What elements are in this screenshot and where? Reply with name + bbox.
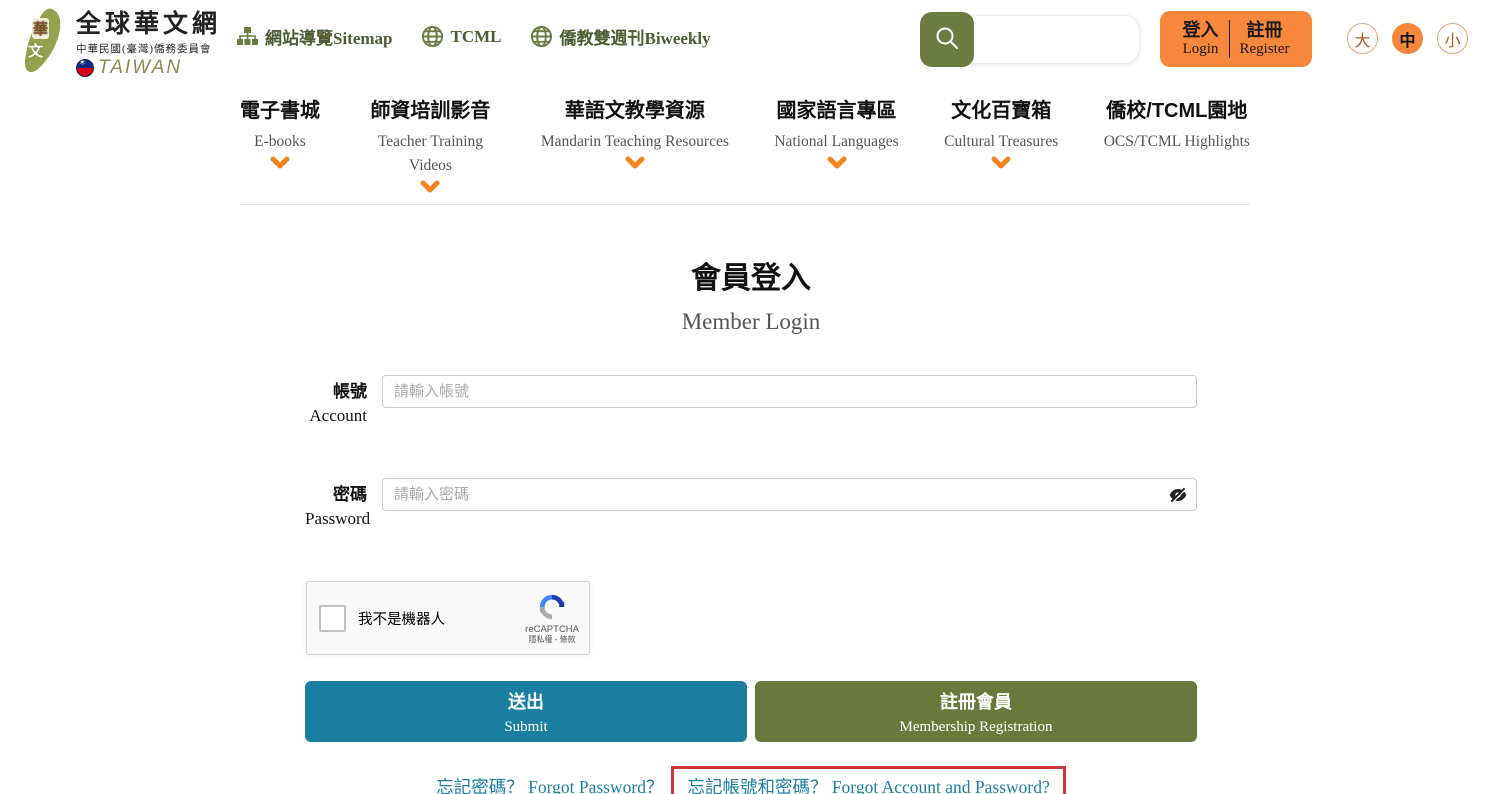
nav-zh-label: 華語文教學資源 — [541, 94, 729, 123]
nav-zh-label: 國家語言專區 — [774, 94, 898, 123]
search-button[interactable] — [920, 12, 974, 67]
nav-en-label: E-books — [240, 130, 320, 154]
account-label-zh: 帳號 — [305, 377, 367, 402]
membership-registration-button[interactable]: 註冊會員 Membership Registration — [755, 681, 1197, 742]
logo-char-top: 華 — [32, 18, 49, 39]
globe-icon — [421, 25, 444, 48]
chevron-down-icon — [991, 156, 1011, 174]
recaptcha-label: 我不是機器人 — [358, 608, 525, 629]
login-register-button[interactable]: 登入 Login 註冊 Register — [1160, 11, 1312, 67]
font-size-large-button[interactable]: 大 — [1347, 23, 1378, 54]
forgot-links: 忘記密碼？ Forgot Password？ 忘記帳號和密碼？ Forgot A… — [305, 766, 1197, 794]
nav-zh-label: 師資培訓影音 — [365, 94, 495, 123]
account-row: 帳號 Account — [305, 375, 1197, 426]
logo-title: 全球華文網 — [76, 4, 221, 40]
forgot-password-link[interactable]: 忘記密碼？ Forgot Password？ — [436, 774, 663, 794]
submit-button[interactable]: 送出 Submit — [305, 681, 747, 742]
recaptcha-checkbox[interactable] — [319, 605, 346, 632]
highlight-red-box: 忘記帳號和密碼？ Forgot Account and Password? — [671, 766, 1065, 794]
main-nav: 電子書城 E-books 師資培訓影音 Teacher Training Vid… — [240, 94, 1250, 205]
password-visibility-toggle[interactable] — [1168, 485, 1188, 505]
recaptcha-widget: 我不是機器人 reCAPTCHA 隱私權 - 條款 — [306, 581, 590, 655]
nav-zh-label: 文化百寶箱 — [944, 94, 1058, 123]
recaptcha-brand: reCAPTCHA — [525, 624, 579, 635]
page-title-en: Member Login — [0, 309, 1502, 335]
submit-label-zh: 送出 — [305, 688, 747, 714]
logo-char-bottom: 文 — [28, 40, 43, 61]
action-buttons: 送出 Submit 註冊會員 Membership Registration — [305, 681, 1197, 742]
nav-item-national-languages[interactable]: 國家語言專區 National Languages — [774, 94, 898, 198]
chevron-down-icon — [420, 180, 440, 198]
password-row: 密碼 Password — [305, 478, 1197, 529]
submit-label-en: Submit — [305, 719, 747, 736]
register-label-zh: 註冊會員 — [755, 688, 1197, 714]
biweekly-label: 僑教雙週刊Biweekly — [560, 24, 711, 49]
page-title-zh: 會員登入 — [0, 253, 1502, 297]
sitemap-link[interactable]: 網站導覽Sitemap — [237, 24, 393, 49]
login-label-en: Login — [1183, 41, 1219, 58]
taiwan-island-icon: 華 文 — [14, 6, 72, 78]
chevron-down-icon — [1167, 156, 1187, 174]
chevron-down-icon — [827, 156, 847, 174]
login-label-zh: 登入 — [1183, 20, 1219, 41]
forgot-account-password-link[interactable]: 忘記帳號和密碼？ Forgot Account and Password? — [687, 777, 1049, 794]
sitemap-label: 網站導覽Sitemap — [265, 24, 393, 49]
site-logo[interactable]: 華 文 全球華文網 中華民國(臺灣)僑務委員會 TAIWAN — [14, 4, 221, 79]
font-size-controls: 大 中 小 — [1347, 23, 1468, 54]
taiwan-flag-icon — [76, 59, 94, 77]
register-label-zh: 註冊 — [1240, 20, 1290, 41]
nav-item-cultural-treasures[interactable]: 文化百寶箱 Cultural Treasures — [944, 94, 1058, 198]
account-label-en: Account — [305, 406, 367, 426]
login-form: 帳號 Account 密碼 Password — [305, 375, 1197, 794]
register-label-en: Register — [1240, 41, 1290, 58]
nav-en-label: Mandarin Teaching Resources — [541, 130, 729, 154]
nav-en-label: Teacher Training Videos — [365, 130, 495, 178]
password-label-zh: 密碼 — [305, 480, 367, 505]
sitemap-icon — [237, 27, 258, 46]
nav-zh-label: 僑校/TCML園地 — [1104, 94, 1250, 123]
nav-zh-label: 電子書城 — [240, 94, 320, 123]
register-label-en: Membership Registration — [755, 719, 1197, 736]
logo-subtitle: 中華民國(臺灣)僑務委員會 — [76, 41, 221, 56]
search-icon — [934, 25, 960, 54]
account-input[interactable] — [382, 375, 1197, 408]
nav-en-label: OCS/TCML Highlights — [1104, 130, 1250, 154]
password-input[interactable] — [382, 478, 1197, 511]
recaptcha-icon — [525, 592, 579, 622]
search-bar — [920, 12, 1142, 67]
nav-en-label: National Languages — [774, 130, 898, 154]
biweekly-link[interactable]: 僑教雙週刊Biweekly — [530, 24, 711, 49]
tcml-link[interactable]: TCML — [421, 25, 502, 48]
nav-item-teacher-training[interactable]: 師資培訓影音 Teacher Training Videos — [365, 94, 495, 198]
font-size-medium-button[interactable]: 中 — [1392, 23, 1423, 54]
globe-icon — [530, 25, 553, 48]
eye-slash-icon — [1168, 493, 1188, 508]
utility-nav: 網站導覽Sitemap TCML 僑教雙週刊Biweekly — [237, 24, 711, 49]
chevron-down-icon — [625, 156, 645, 174]
page-title: 會員登入 Member Login — [0, 253, 1502, 335]
nav-item-mandarin-resources[interactable]: 華語文教學資源 Mandarin Teaching Resources — [541, 94, 729, 198]
nav-item-ebooks[interactable]: 電子書城 E-books — [240, 94, 320, 198]
password-label-en: Password — [305, 509, 367, 529]
nav-en-label: Cultural Treasures — [944, 130, 1058, 154]
recaptcha-terms-link[interactable]: 隱私權 - 條款 — [525, 635, 579, 645]
chevron-down-icon — [270, 156, 290, 174]
site-header: 華 文 全球華文網 中華民國(臺灣)僑務委員會 TAIWAN — [0, 0, 1502, 82]
tcml-label: TCML — [451, 27, 502, 47]
logo-country: TAIWAN — [98, 57, 182, 79]
nav-item-ocs-tcml[interactable]: 僑校/TCML園地 OCS/TCML Highlights — [1104, 94, 1250, 198]
font-size-small-button[interactable]: 小 — [1437, 23, 1468, 54]
